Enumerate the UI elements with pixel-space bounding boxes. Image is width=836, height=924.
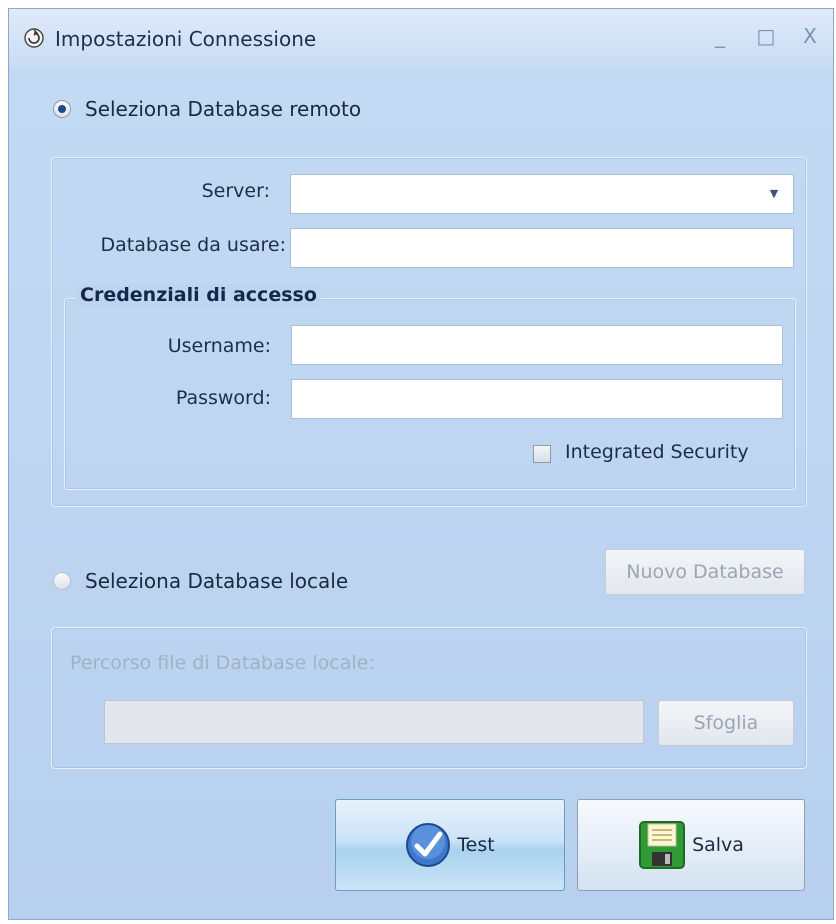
remote-db-radio[interactable] bbox=[53, 100, 71, 118]
local-db-radio-row[interactable]: Seleziona Database locale bbox=[53, 569, 348, 593]
username-label: Username: bbox=[167, 335, 271, 357]
test-button[interactable]: Test bbox=[335, 799, 565, 891]
save-button[interactable]: Salva bbox=[577, 799, 805, 891]
local-path-label: Percorso file di Database locale: bbox=[70, 652, 375, 674]
chevron-down-icon[interactable]: ▼ bbox=[761, 175, 787, 213]
remote-db-group: Server: ▼ Database da usare: Username: P… bbox=[51, 157, 807, 507]
window-title: Impostazioni Connessione bbox=[55, 27, 317, 51]
remote-db-radio-label: Seleziona Database remoto bbox=[85, 97, 362, 121]
test-button-label: Test bbox=[457, 834, 495, 856]
local-db-radio-label: Seleziona Database locale bbox=[85, 569, 349, 593]
floppy-disk-icon bbox=[639, 821, 686, 869]
new-database-button[interactable]: Nuovo Database bbox=[605, 549, 805, 595]
browse-button[interactable]: Sfoglia bbox=[658, 700, 794, 746]
checkmark-icon bbox=[406, 823, 451, 867]
local-path-input[interactable] bbox=[104, 700, 644, 744]
maximize-button[interactable]: □ bbox=[749, 21, 783, 51]
minimize-button[interactable]: _ bbox=[703, 21, 737, 51]
close-button[interactable]: X bbox=[793, 21, 827, 51]
server-label: Server: bbox=[201, 180, 270, 202]
local-db-group: Percorso file di Database locale: Sfogli… bbox=[51, 627, 807, 769]
password-label: Password: bbox=[175, 387, 271, 409]
save-button-label: Salva bbox=[692, 834, 744, 856]
integrated-security-label: Integrated Security bbox=[565, 441, 749, 463]
credentials-legend: Credenziali di accesso bbox=[76, 284, 321, 306]
app-gear-icon bbox=[24, 28, 44, 48]
database-label: Database da usare: bbox=[100, 234, 286, 256]
remote-db-radio-row[interactable]: Seleziona Database remoto bbox=[53, 97, 361, 121]
connection-settings-window: Impostazioni Connessione _ □ X Seleziona… bbox=[8, 8, 834, 920]
integrated-security-checkbox[interactable] bbox=[533, 445, 551, 463]
username-input[interactable] bbox=[291, 325, 783, 365]
database-input[interactable] bbox=[290, 228, 794, 268]
credentials-group: Username: Password: Integrated Security bbox=[64, 298, 796, 490]
dialog-content: Seleziona Database remoto Server: ▼ Data… bbox=[9, 67, 833, 919]
local-db-radio[interactable] bbox=[53, 572, 71, 590]
title-bar: Impostazioni Connessione _ □ X bbox=[9, 9, 833, 68]
server-combobox[interactable]: ▼ bbox=[290, 174, 794, 214]
password-input[interactable] bbox=[291, 379, 783, 419]
